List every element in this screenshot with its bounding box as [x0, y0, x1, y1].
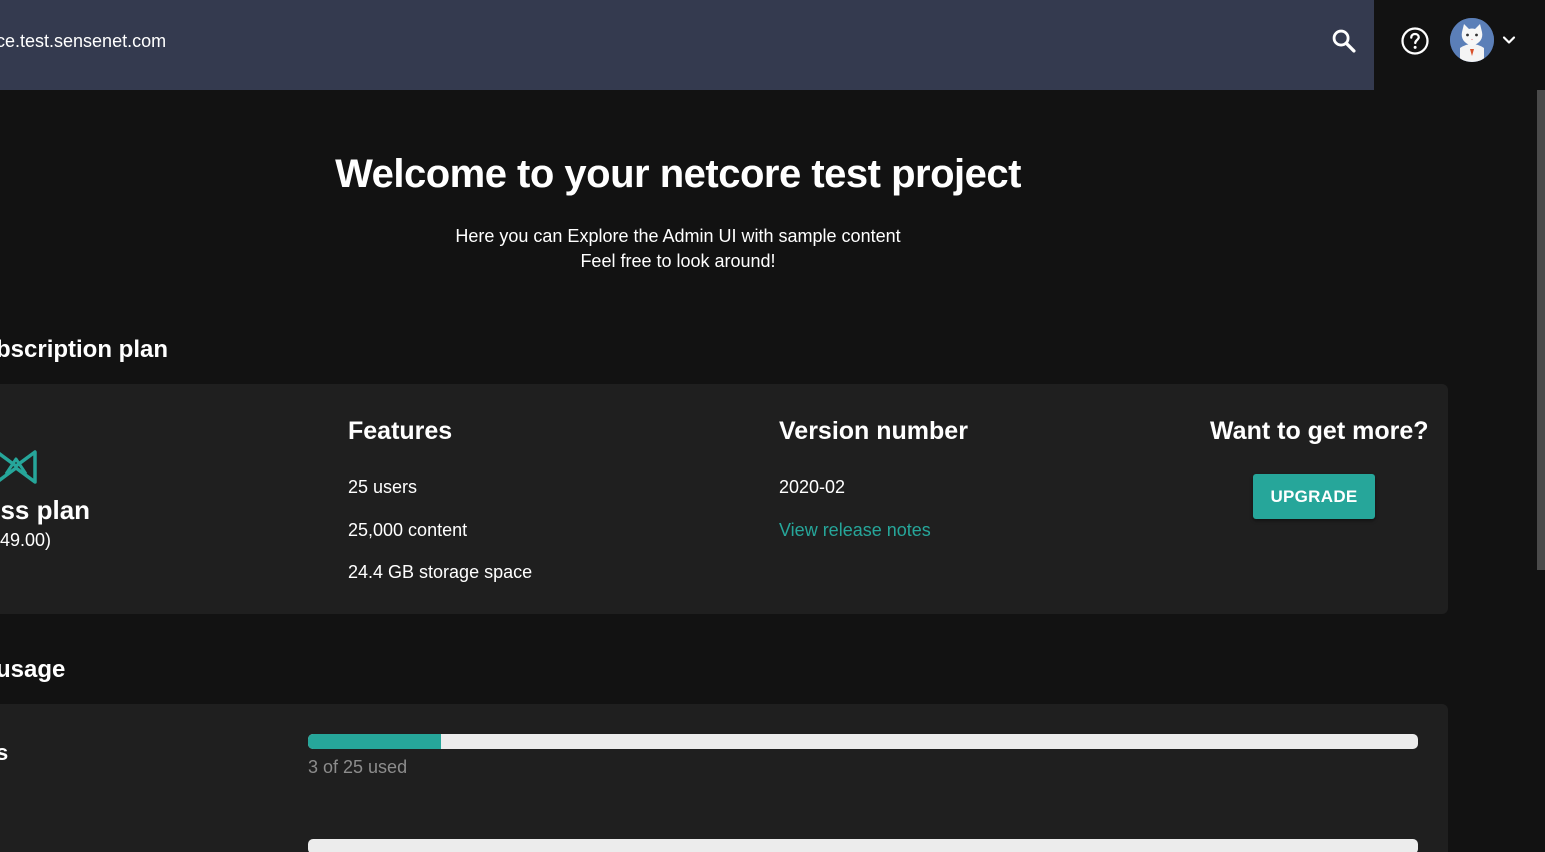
welcome-subtitle: Here you can Explore the Admin UI with s…	[455, 226, 901, 246]
sensenet-logo-icon	[0, 450, 37, 484]
plan-price: 549.00)	[0, 530, 52, 550]
plan-name: ess plan	[0, 495, 91, 525]
users-usage-caption: 3 of 25 used	[308, 757, 408, 777]
usage-card	[0, 704, 1448, 852]
usage-row-label: s	[0, 740, 9, 765]
users-usage-bar	[308, 734, 1418, 749]
view-release-notes-link[interactable]: View release notes	[779, 519, 931, 541]
feature-item: 25 users	[348, 477, 418, 497]
chevron-down-icon[interactable]	[1499, 30, 1519, 50]
usage-heading: usage	[0, 656, 66, 683]
features-heading: Features	[348, 417, 453, 445]
search-icon[interactable]	[1330, 27, 1358, 55]
users-usage-bar-fill	[308, 734, 442, 749]
cat-avatar-icon	[1450, 18, 1494, 62]
project-url[interactable]: ce.test.sensenet.com	[0, 30, 166, 52]
top-app-bar	[0, 0, 1374, 90]
feature-item: 24.4 GB storage space	[348, 562, 533, 582]
subscription-plan-heading: bscription plan	[0, 336, 169, 363]
version-number-heading: Version number	[779, 417, 968, 445]
help-circle-icon[interactable]	[1400, 26, 1430, 56]
feature-item: 25,000 content	[348, 520, 468, 540]
user-avatar[interactable]	[1450, 18, 1494, 62]
scrollbar-thumb[interactable]	[1537, 90, 1545, 570]
upgrade-button[interactable]: UPGRADE	[1253, 474, 1375, 519]
dashboard-page: ce.test.sensenet.com Welcome to your net…	[0, 0, 1545, 852]
content-usage-bar	[308, 839, 1418, 852]
welcome-subtitle-2: Feel free to look around!	[580, 251, 776, 271]
get-more-heading: Want to get more?	[1210, 417, 1429, 445]
welcome-title: Welcome to your netcore test project	[335, 152, 1021, 196]
version-number-value: 2020-02	[779, 477, 846, 497]
